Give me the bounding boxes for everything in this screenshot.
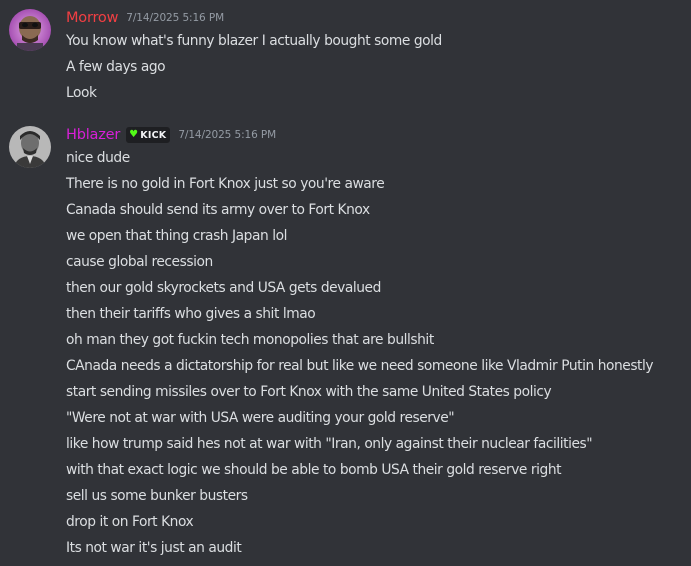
- message-line: like how trump said hes not at war with …: [66, 436, 593, 452]
- timestamp[interactable]: 7/14/2025 5:16 PM: [178, 129, 276, 141]
- message-line: with that exact logic we should be able …: [66, 462, 562, 478]
- hblazer-avatar-image: [9, 126, 51, 168]
- avatar[interactable]: [9, 9, 51, 51]
- message-line: cause global recession: [66, 254, 213, 270]
- message-line: then their tariffs who gives a shit lmao: [66, 306, 316, 322]
- message-line: oh man they got fuckin tech monopolies t…: [66, 332, 434, 348]
- username[interactable]: Morrow: [66, 10, 118, 26]
- morrow-avatar-image: [9, 9, 51, 51]
- message-line: Look: [66, 85, 97, 101]
- green-heart-icon: ♥: [129, 129, 139, 140]
- message-line: A few days ago: [66, 59, 166, 75]
- message-line: Canada should send its army over to Fort…: [66, 202, 370, 218]
- message-header: Hblazer ♥ KICK 7/14/2025 5:16 PM: [66, 125, 276, 145]
- message-header: Morrow 7/14/2025 5:16 PM: [66, 8, 224, 28]
- message-line: then our gold skyrockets and USA gets de…: [66, 280, 381, 296]
- message-line: we open that thing crash Japan lol: [66, 228, 287, 244]
- message-line: sell us some bunker busters: [66, 488, 248, 504]
- badge-label: KICK: [140, 129, 167, 141]
- message-line: CAnada needs a dictatorship for real but…: [66, 358, 654, 374]
- message-line: You know what's funny blazer I actually …: [66, 33, 442, 49]
- avatar[interactable]: [9, 126, 51, 168]
- message-line: Its not war it's just an audit: [66, 540, 242, 556]
- timestamp[interactable]: 7/14/2025 5:16 PM: [126, 12, 224, 24]
- message-line: nice dude: [66, 150, 130, 166]
- kick-badge[interactable]: ♥ KICK: [126, 127, 171, 143]
- message-line: There is no gold in Fort Knox just so yo…: [66, 176, 385, 192]
- message-line: drop it on Fort Knox: [66, 514, 194, 530]
- message-line: "Were not at war with USA were auditing …: [66, 410, 455, 426]
- message-line: start sending missiles over to Fort Knox…: [66, 384, 552, 400]
- username[interactable]: Hblazer: [66, 127, 120, 143]
